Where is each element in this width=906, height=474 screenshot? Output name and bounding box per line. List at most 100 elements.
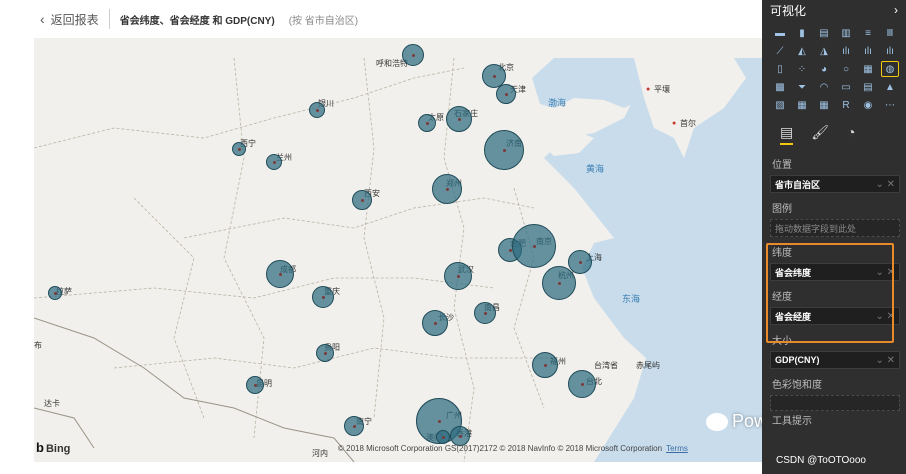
back-label: 返回报表 [50,12,99,27]
globe-icon[interactable]: ◉ [860,98,876,112]
bubble-yinchuan[interactable] [309,102,325,118]
bubble-xian[interactable] [352,190,372,210]
chevron-right-icon[interactable]: › [894,3,898,17]
fields-tab-icon[interactable]: ▤ [780,124,794,145]
bubble-chengdu[interactable] [266,260,294,288]
matrix-icon[interactable]: ▦ [816,98,832,112]
bubble-tianjin[interactable] [496,84,516,104]
sea-label-bohai: 渤海 [548,98,567,108]
sea-label-yellow-sea: 黄海 [586,164,605,174]
area-chart-icon[interactable]: ◭ [794,44,810,58]
legend-label: 图例 [772,204,792,215]
bubble-shanghai[interactable] [568,250,592,274]
legend-drop-zone[interactable]: 拖动数据字段到此处 [770,219,900,237]
pane-tabs: ▤ 🖌 ◔ [762,112,906,145]
color-saturation-label: 色彩饱和度 [772,380,822,391]
report-header: ‹ 返回报表 省会纬度、省会经度 和 GDP(CNY) (按 省市自治区) [0,0,762,38]
color-saturation-drop-zone[interactable] [770,395,900,411]
bubble-taipei[interactable] [568,370,596,398]
bubble-nanning[interactable] [344,416,364,436]
map-icon[interactable]: ◍ [881,61,899,77]
bubble-kunming[interactable] [246,376,264,394]
line-chart-icon[interactable]: ⟋ [772,44,788,58]
pane-header: 可视化 › [762,0,906,20]
map-label-taiwan-province: 台湾省 [594,361,618,370]
bubble-lanzhou[interactable] [266,154,282,170]
location-field[interactable]: 省市自治区 ⌄ ✕ [770,175,900,193]
pie-icon[interactable]: ◕ [816,62,832,76]
bubble-taiyuan[interactable] [418,114,436,132]
map-label-pyongyang: 平壤 [654,85,670,94]
bubble-wuhan[interactable] [444,262,472,290]
location-label: 位置 [772,160,792,171]
bubble-macau[interactable] [436,430,450,444]
map-visual[interactable]: 呼和浩特 北京 天津 银川 太原 石家庄 济南 西宁 兰州 西安 郑州 合肥 南… [34,38,762,462]
clustered-bar-icon[interactable]: ▤ [816,26,832,40]
bubble-hongkong[interactable] [450,426,470,446]
clustered-column-icon[interactable]: ▥ [838,26,854,40]
treemap-icon[interactable]: ▦ [860,62,876,76]
100-bar-icon[interactable]: ≡ [860,26,876,40]
bubble-xining[interactable] [232,142,246,156]
bubble-zhengzhou[interactable] [432,174,462,204]
bing-text: Bing [45,443,71,455]
bing-logo: b Bing [36,440,70,455]
tooltips-label: 工具提示 [772,416,812,427]
pane-title: 可视化 [770,3,807,18]
back-to-report-button[interactable]: ‹ 返回报表 [40,11,99,28]
wechat-icon [706,413,728,432]
bubble-jinan[interactable] [484,130,524,170]
map-label-edge: 布 [34,341,42,350]
bubble-fuzhou[interactable] [532,352,558,378]
analytics-tab-icon[interactable]: ◔ [847,124,855,145]
bubble-shijiazhuang[interactable] [446,106,472,132]
bubble-hangzhou[interactable] [542,266,576,300]
bubble-nanjing[interactable] [512,224,556,268]
r-visual-icon[interactable]: R [838,98,854,112]
line-column-icon[interactable]: ılı [838,44,854,58]
gauge-icon[interactable]: ◠ [816,80,832,94]
slicer-icon[interactable]: ▧ [772,98,788,112]
visual-subtitle: (按 省市自治区) [288,15,359,27]
chevron-down-close-icon[interactable]: ⌄ ✕ [875,355,895,366]
multi-row-card-icon[interactable]: ▤ [860,80,876,94]
bubble-chongqing[interactable] [312,286,334,308]
stacked-bar-icon[interactable]: ▬ [772,26,788,40]
donut-icon[interactable]: ○ [838,62,854,76]
location-value: 省市自治区 [775,179,821,190]
scatter-icon[interactable]: ⁘ [794,62,810,76]
stacked-column-icon[interactable]: ▮ [794,26,810,40]
bubble-guiyang[interactable] [316,344,334,362]
visual-type-gallery: ▬ ▮ ▤ ▥ ≡ Ⅲ ⟋ ◭ ◮ ılı ılı ılı ▯ ⁘ ◕ ○ ▦ … [762,20,906,112]
more-visuals-icon[interactable]: ⋯ [882,98,898,112]
chevron-left-icon: ‹ [40,11,45,27]
sea-label-east-sea: 东海 [622,294,641,304]
kpi-icon[interactable]: ▲ [882,80,898,94]
map-label-chiwei-islet: 赤尾屿 [636,361,660,370]
csdn-watermark: CSDN @ToOTOooo [776,455,866,466]
line-stacked-column-icon[interactable]: ılı [860,44,876,58]
bubble-lhasa[interactable] [48,286,62,300]
map-label-dhaka: 达卡 [44,399,60,408]
100-column-icon[interactable]: Ⅲ [882,26,898,40]
pyongyang-marker-icon: ● [646,86,651,93]
ribbon-chart-icon[interactable]: ılı [882,44,898,58]
bubble-hohhot[interactable] [402,44,424,66]
funnel-icon[interactable]: ⏷ [794,80,810,94]
table-icon[interactable]: ▦ [794,98,810,112]
waterfall-icon[interactable]: ▯ [772,62,788,76]
map-copyright: © 2018 Microsoft Corporation GS(2017)217… [338,444,688,453]
chevron-down-close-icon[interactable]: ⌄ ✕ [875,179,895,190]
bubble-changsha[interactable] [422,310,448,336]
copyright-text: © 2018 Microsoft Corporation GS(2017)217… [338,444,663,453]
terms-link[interactable]: Terms [666,444,688,453]
size-field[interactable]: GDP(CNY) ⌄ ✕ [770,351,900,369]
map-label-seoul: 首尔 [680,119,696,128]
format-tab-icon[interactable]: 🖌 [811,124,829,145]
card-icon[interactable]: ▭ [838,80,854,94]
bubble-nanchang[interactable] [474,302,496,324]
bing-b-icon: b [36,440,44,455]
lat-long-highlight-box [766,243,894,343]
stacked-area-icon[interactable]: ◮ [816,44,832,58]
filled-map-icon[interactable]: ▩ [772,80,788,94]
